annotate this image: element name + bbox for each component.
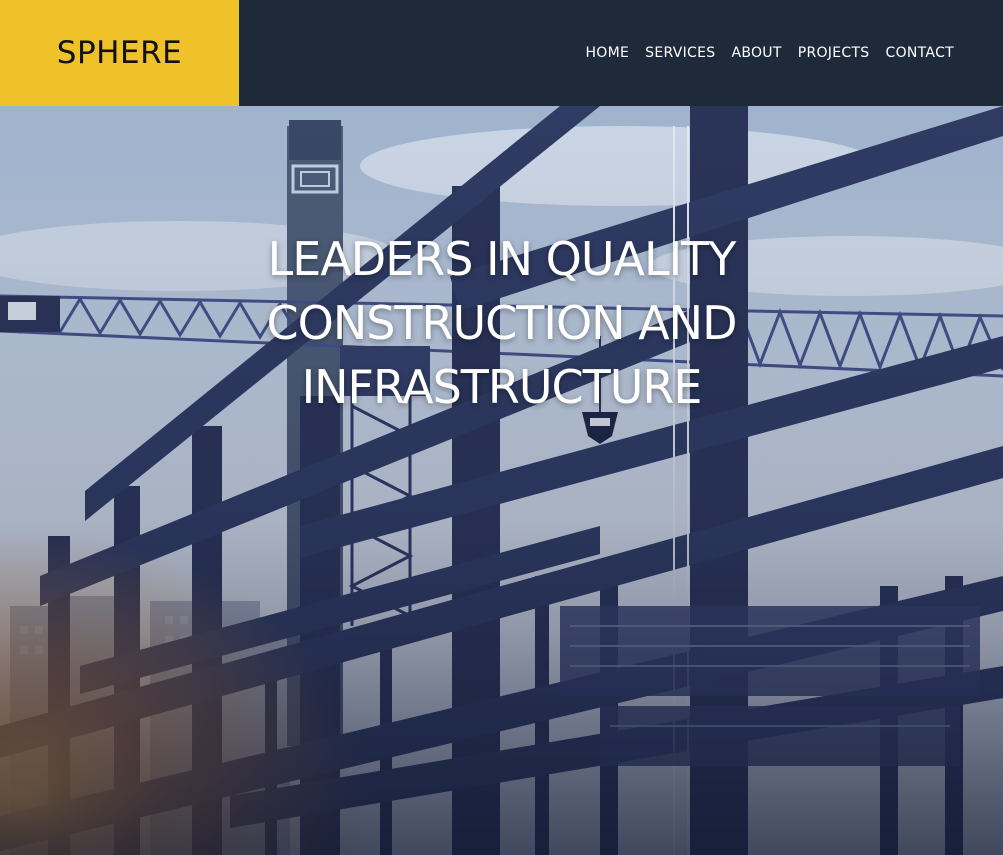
site-header: SPHERE HOME SERVICES ABOUT PROJECTS CONT… (0, 0, 1003, 106)
main-nav: HOME SERVICES ABOUT PROJECTS CONTACT (585, 0, 954, 106)
hero-headline-line-2: CONSTRUCTION AND (266, 295, 738, 350)
nav-services[interactable]: SERVICES (645, 45, 715, 61)
nav-home[interactable]: HOME (585, 45, 629, 61)
nav-contact[interactable]: CONTACT (886, 45, 955, 61)
nav-projects[interactable]: PROJECTS (798, 45, 870, 61)
logo-text: SPHERE (56, 35, 183, 71)
hero-headline-line-3: INFRASTRUCTURE (301, 359, 703, 414)
logo[interactable]: SPHERE (0, 0, 239, 106)
hero-background-image (0, 106, 1003, 855)
nav-about[interactable]: ABOUT (731, 45, 781, 61)
hero-section: LEADERS IN QUALITY CONSTRUCTION AND INFR… (0, 106, 1003, 855)
hero-headline-line-1: LEADERS IN QUALITY (267, 231, 737, 286)
hero-headline: LEADERS IN QUALITY CONSTRUCTION AND INFR… (0, 227, 1003, 419)
